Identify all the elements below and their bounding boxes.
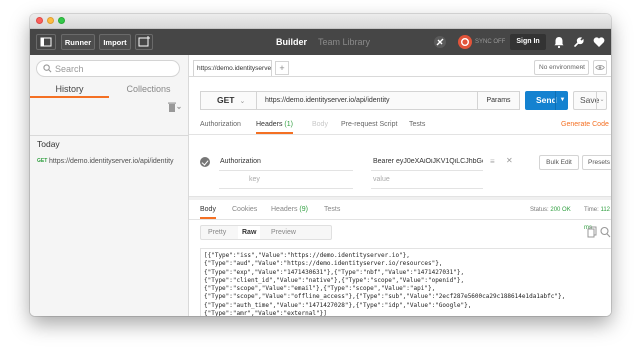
bulk-edit-button[interactable]: Bulk Edit: [539, 155, 579, 170]
builder-tab[interactable]: Builder: [276, 29, 307, 55]
header-key-field[interactable]: Authorization: [220, 158, 261, 165]
response-tabs: Body Cookies Headers (9) Tests Status: 2…: [189, 201, 611, 231]
time-label: Time:: [584, 207, 599, 213]
new-value-underline: [371, 188, 483, 189]
method-value: GET: [217, 95, 235, 105]
tab-authorization[interactable]: Authorization: [200, 116, 241, 134]
request-subtabs: Authorization Headers (1) Body Pre-reque…: [189, 116, 611, 135]
header-key-underline: [219, 170, 353, 171]
bell-icon[interactable]: [552, 35, 566, 49]
tab-collections[interactable]: Collections: [109, 80, 188, 98]
chevron-down-icon: ⌄: [579, 64, 585, 70]
tab-headers[interactable]: Headers (1): [256, 116, 293, 134]
header-value-field[interactable]: Bearer eyJ0eXAiOiJKV1QiLCJhbGciO: [373, 158, 483, 165]
headers-count: (1): [284, 121, 293, 128]
response-body[interactable]: [{"Type":"iss","Value":"https://demo.ide…: [200, 248, 611, 316]
environment-value: No environment: [539, 64, 585, 71]
tab-response-headers-label: Headers: [271, 206, 298, 213]
app-header: Runner Import Builder Team Library SYNC …: [30, 29, 611, 55]
save-button[interactable]: Save ⌄: [573, 91, 607, 110]
trash-icon[interactable]: [167, 101, 181, 113]
tab-strip-divider: [189, 76, 611, 77]
add-tab-button[interactable]: +: [275, 61, 289, 75]
sync-label: SYNC OFF: [475, 39, 506, 45]
search-icon[interactable]: [600, 226, 611, 238]
view-preview[interactable]: Preview: [271, 226, 296, 239]
sidebar-divider: [30, 135, 188, 136]
toggle-sidebar-button[interactable]: [36, 34, 56, 50]
params-button[interactable]: Params: [478, 91, 520, 110]
history-group-label: Today: [37, 139, 60, 149]
tab-prerequest-script[interactable]: Pre-request Script: [341, 116, 397, 134]
url-bar: GET ⌄ https://demo.identityserver.io/api/…: [200, 91, 478, 110]
sidebar-tabs: History Collections: [30, 80, 188, 98]
new-header-value-field[interactable]: value: [373, 176, 390, 183]
request-builder: https://demo.identityserver. + No enviro…: [189, 55, 611, 316]
app-window: Runner Import Builder Team Library SYNC …: [30, 14, 611, 316]
request-tab[interactable]: https://demo.identityserver.: [193, 60, 272, 76]
method-select[interactable]: GET ⌄: [201, 92, 257, 109]
minimize-window-button[interactable]: [47, 17, 54, 24]
sign-in-button[interactable]: Sign In: [510, 34, 546, 50]
generate-code-link[interactable]: Generate Code: [561, 116, 609, 134]
response-separator: [189, 196, 611, 200]
view-raw[interactable]: Raw: [238, 226, 261, 239]
team-library-tab[interactable]: Team Library: [318, 29, 370, 55]
sync-status-icon[interactable]: [458, 35, 472, 49]
tab-response-body[interactable]: Body: [200, 201, 216, 219]
tab-history[interactable]: History: [30, 80, 109, 98]
interceptor-satellite-icon[interactable]: [433, 35, 447, 49]
tab-tests[interactable]: Tests: [409, 116, 425, 134]
header-value-underline: [371, 170, 483, 171]
close-window-button[interactable]: [36, 17, 43, 24]
chevron-down-icon: ⌄: [239, 98, 246, 105]
sidebar: Search History Collections Today GET htt…: [30, 55, 189, 316]
response-headers-count: (9): [299, 206, 308, 213]
new-tab-button[interactable]: [135, 34, 153, 50]
send-dropdown-icon[interactable]: ▼: [555, 91, 569, 110]
sidebar-icon: [40, 37, 52, 47]
environment-select[interactable]: No environment ⌄: [534, 60, 589, 75]
sidebar-search-input[interactable]: Search: [36, 60, 180, 77]
tab-headers-label: Headers: [256, 121, 283, 128]
send-label: Send: [536, 95, 557, 105]
tab-response-headers[interactable]: Headers (9): [271, 201, 308, 219]
response-body-text: [{"Type":"iss","Value":"https://demo.ide…: [204, 252, 566, 316]
tab-cookies[interactable]: Cookies: [232, 201, 257, 219]
tab-test-results[interactable]: Tests: [324, 201, 340, 219]
status-value: 200 OK: [550, 207, 571, 213]
history-item-url: https://demo.identityserver.io/api/ident…: [49, 158, 174, 165]
view-pretty[interactable]: Pretty: [208, 226, 226, 239]
search-icon: [43, 64, 52, 73]
save-dropdown-icon[interactable]: ⌄: [596, 92, 607, 109]
new-window-icon: [138, 36, 150, 47]
search-placeholder: Search: [55, 64, 84, 74]
status-label: Status:: [530, 207, 549, 213]
url-input[interactable]: https://demo.identityserver.io/api/ident…: [265, 92, 390, 109]
copy-icon[interactable]: [587, 226, 597, 238]
wrench-icon[interactable]: [572, 35, 586, 49]
response-status: Status: 200 OK: [530, 201, 571, 219]
eye-icon[interactable]: [593, 60, 607, 75]
presets-label: Presets: [588, 159, 611, 166]
new-header-key-field[interactable]: key: [249, 176, 260, 183]
runner-button[interactable]: Runner: [61, 34, 95, 50]
maximize-window-button[interactable]: [58, 17, 65, 24]
send-button[interactable]: Send ▼: [525, 91, 568, 110]
header-enabled-checkbox[interactable]: [200, 157, 210, 167]
title-bar: [30, 14, 611, 29]
drag-handle-icon[interactable]: ≡: [490, 157, 495, 166]
heart-icon[interactable]: [592, 35, 606, 49]
method-badge: GET: [37, 158, 48, 164]
tab-body[interactable]: Body: [312, 116, 328, 134]
new-key-underline: [219, 188, 353, 189]
response-view-tabs: Pretty Raw Preview: [200, 225, 332, 240]
remove-header-icon[interactable]: ✕: [506, 156, 513, 165]
import-button[interactable]: Import: [99, 34, 131, 50]
presets-button[interactable]: Presets ⌄: [582, 155, 611, 170]
